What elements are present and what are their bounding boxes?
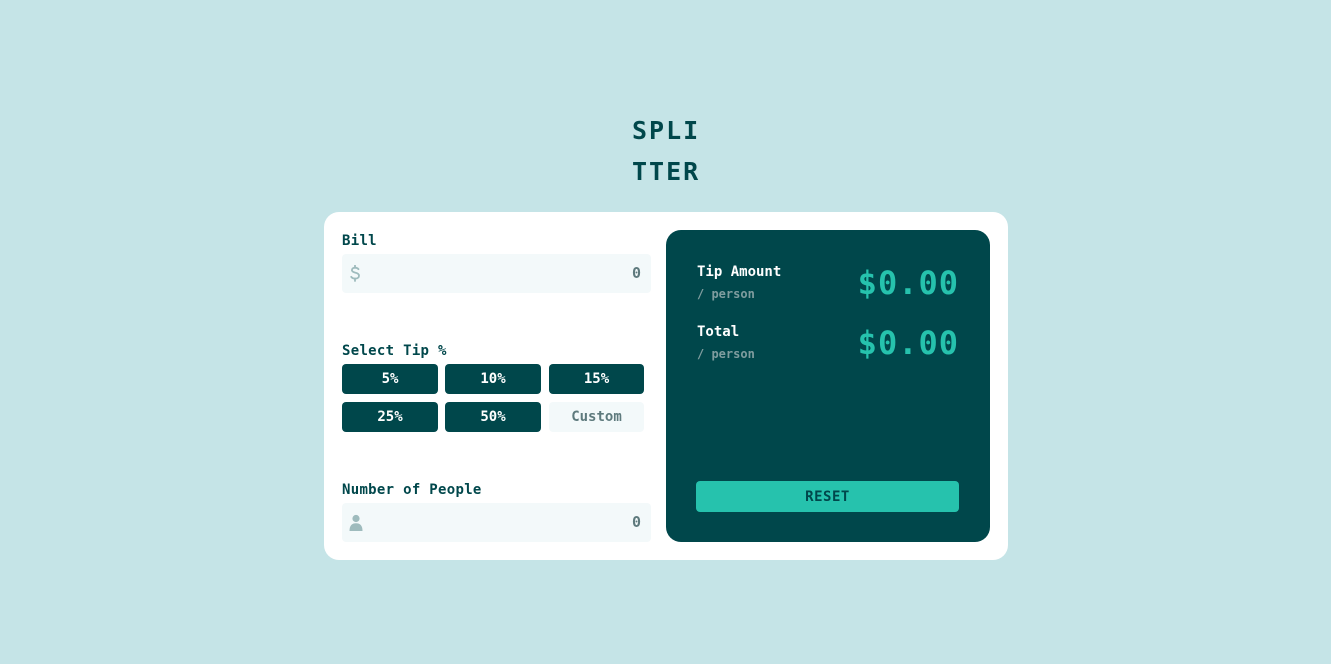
tip-button-5[interactable]: 5% [342,364,438,394]
people-label: Number of People [342,482,482,498]
tip-amount-label: Tip Amount [697,264,782,280]
bill-value: 0 [631,264,641,282]
reset-button[interactable]: RESET [696,481,959,512]
custom-tip-input[interactable]: Custom [549,402,644,432]
people-input[interactable]: 0 [342,503,651,542]
calculator-card: Bill 0 Select Tip % 5% 10% 15% 25% 50% C… [324,212,1008,560]
people-value: 0 [631,513,641,531]
tip-button-50[interactable]: 50% [445,402,541,432]
select-tip-label: Select Tip % [342,343,447,359]
total-value: $0.00 [857,324,959,362]
bill-label: Bill [342,233,377,249]
tip-amount-sublabel: / person [697,287,755,301]
tip-amount-value: $0.00 [857,264,959,302]
bill-input[interactable]: 0 [342,254,651,293]
tip-button-25[interactable]: 25% [342,402,438,432]
logo-line-1: SPLI [632,116,701,145]
person-icon [349,503,363,542]
tip-button-15[interactable]: 15% [549,364,644,394]
logo-line-2: TTER [632,157,701,186]
dollar-icon [349,254,361,293]
results-panel: Tip Amount / person $0.00 Total / person… [666,230,990,542]
total-label: Total [697,324,740,340]
tip-button-10[interactable]: 10% [445,364,541,394]
total-sublabel: / person [697,347,755,361]
app-logo: SPLI TTER [632,110,712,192]
